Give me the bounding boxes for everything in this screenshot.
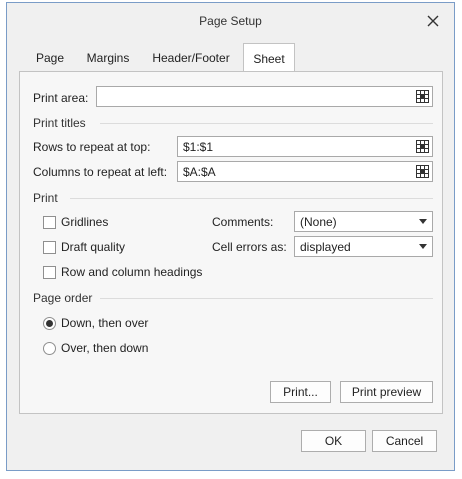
comments-select[interactable]: (None) bbox=[294, 211, 433, 232]
cols-repeat-field[interactable]: $A:$A bbox=[177, 161, 433, 182]
down-then-over-label: Down, then over bbox=[61, 316, 149, 330]
rows-repeat-value: $1:$1 bbox=[183, 140, 214, 154]
gridlines-label: Gridlines bbox=[61, 215, 109, 229]
rows-repeat-label: Rows to repeat at top: bbox=[33, 140, 151, 154]
draft-quality-label: Draft quality bbox=[61, 240, 126, 254]
page-order-section: Page order bbox=[33, 291, 93, 305]
cols-repeat-label: Columns to repeat at left: bbox=[33, 165, 168, 179]
title-bar: Page Setup bbox=[7, 3, 454, 39]
cols-repeat-value: $A:$A bbox=[183, 165, 216, 179]
draft-quality-checkbox[interactable] bbox=[43, 241, 56, 254]
chevron-down-icon bbox=[419, 219, 427, 224]
print-preview-button[interactable]: Print preview bbox=[340, 381, 433, 403]
over-then-down-label: Over, then down bbox=[61, 341, 149, 355]
print-button[interactable]: Print... bbox=[270, 381, 331, 403]
cell-errors-value: displayed bbox=[300, 240, 351, 254]
print-area-label: Print area: bbox=[33, 91, 89, 105]
tab-margins[interactable]: Margins bbox=[77, 45, 139, 71]
range-picker-icon[interactable] bbox=[416, 90, 429, 103]
gridlines-checkbox[interactable] bbox=[43, 216, 56, 229]
cell-errors-label: Cell errors as: bbox=[212, 240, 287, 254]
divider bbox=[70, 198, 433, 199]
over-then-down-radio[interactable] bbox=[43, 342, 56, 355]
range-picker-icon[interactable] bbox=[416, 165, 429, 178]
down-then-over-radio[interactable] bbox=[43, 317, 56, 330]
dialog-title: Page Setup bbox=[199, 14, 262, 28]
rows-repeat-field[interactable]: $1:$1 bbox=[177, 136, 433, 157]
divider bbox=[100, 123, 433, 124]
print-section: Print bbox=[33, 191, 58, 205]
tab-page[interactable]: Page bbox=[27, 45, 73, 71]
comments-label: Comments: bbox=[212, 215, 274, 229]
cell-errors-select[interactable]: displayed bbox=[294, 236, 433, 257]
tab-header-footer[interactable]: Header/Footer bbox=[143, 45, 239, 71]
tab-sheet[interactable]: Sheet bbox=[243, 43, 295, 71]
divider bbox=[100, 298, 433, 299]
close-icon[interactable] bbox=[424, 12, 442, 30]
cancel-button[interactable]: Cancel bbox=[372, 430, 437, 452]
row-col-headings-label: Row and column headings bbox=[61, 265, 203, 279]
comments-value: (None) bbox=[300, 215, 337, 229]
print-titles-section: Print titles bbox=[33, 116, 86, 130]
sheet-tab-panel: Print area: Print titles Rows to repeat … bbox=[19, 71, 443, 414]
row-col-headings-checkbox[interactable] bbox=[43, 266, 56, 279]
ok-button[interactable]: OK bbox=[301, 430, 366, 452]
range-picker-icon[interactable] bbox=[416, 140, 429, 153]
chevron-down-icon bbox=[419, 244, 427, 249]
print-area-field[interactable] bbox=[96, 86, 433, 107]
page-setup-dialog: Page Setup Page Margins Header/Footer Sh… bbox=[6, 2, 455, 471]
